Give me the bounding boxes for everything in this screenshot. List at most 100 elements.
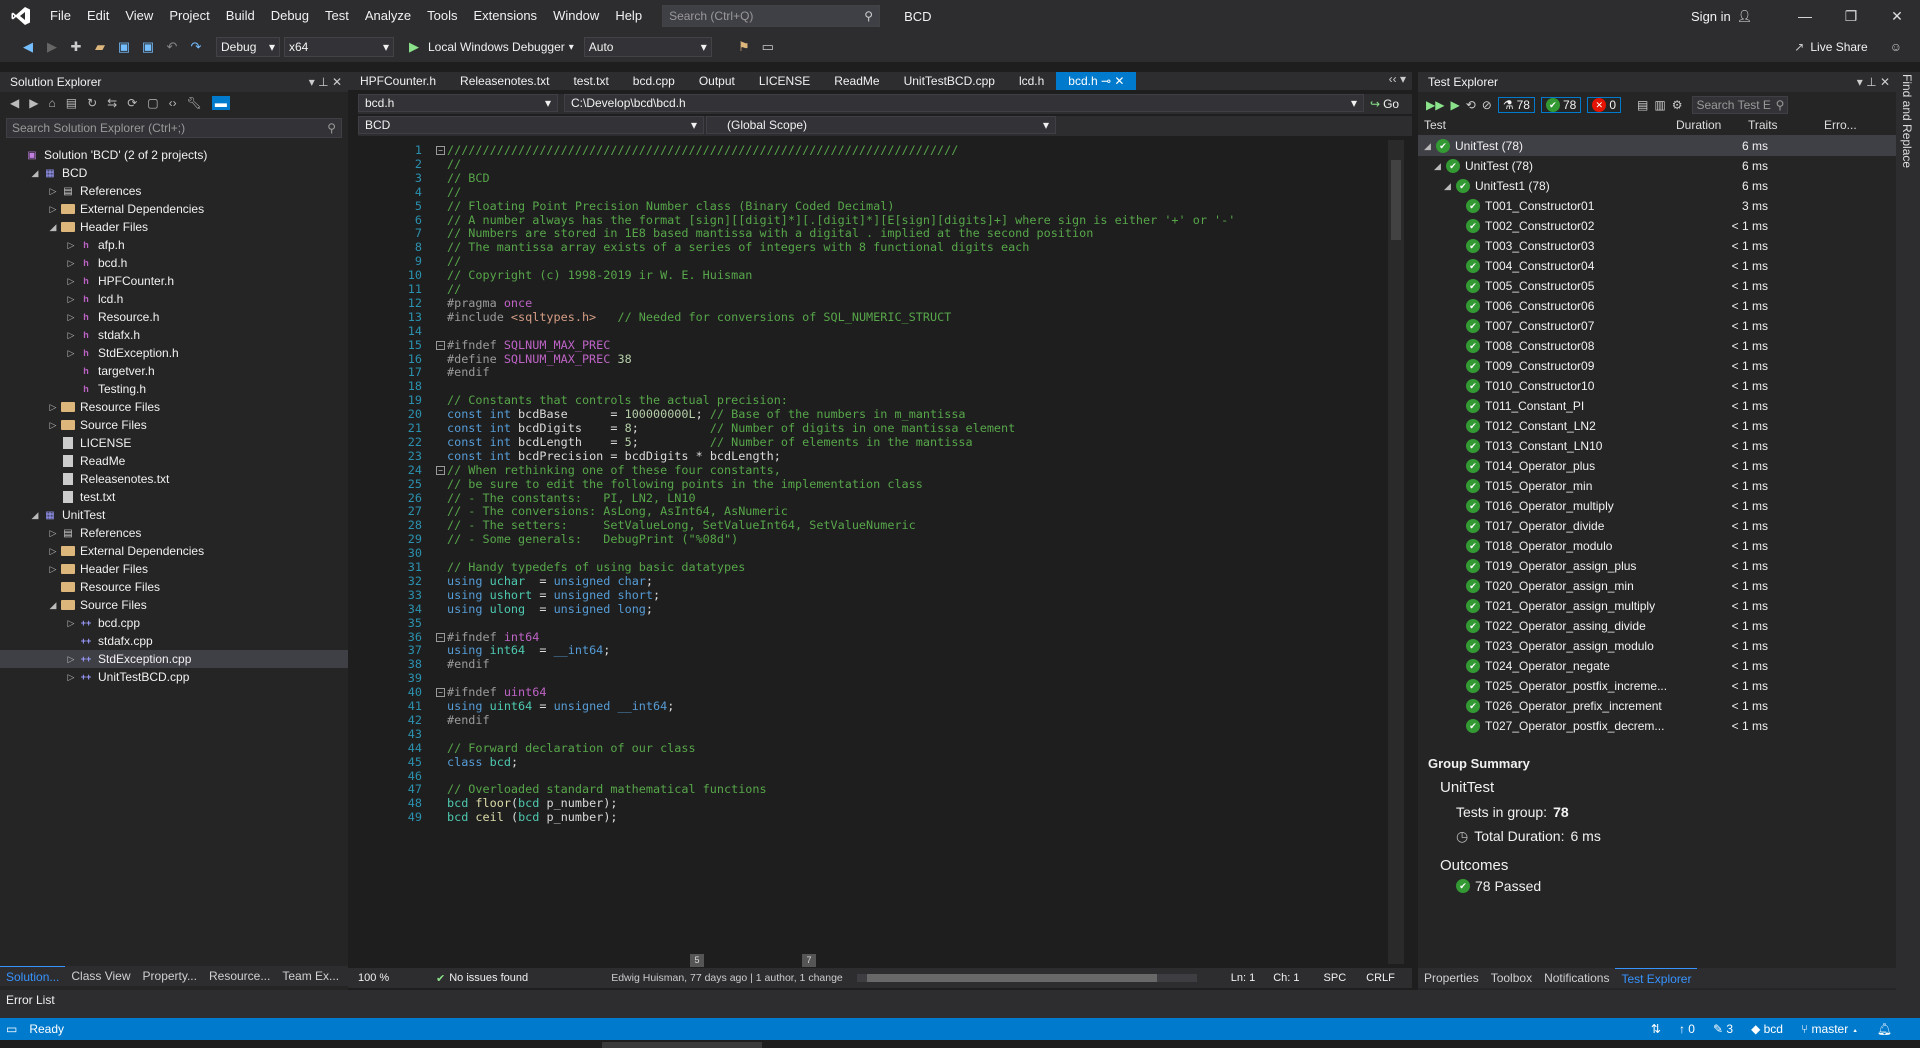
pull-request-icon[interactable]: ⇅	[1651, 1022, 1661, 1036]
line-ending-indicator[interactable]: CRLF	[1366, 972, 1395, 984]
editor-scrollbar[interactable]	[1388, 140, 1404, 964]
code-line[interactable]: // - Some generals: DebugPrint ("%08d")	[447, 531, 738, 548]
passed-tests-filter[interactable]: ✔ 78	[1540, 97, 1582, 113]
line-indicator[interactable]: Ln: 1	[1231, 972, 1255, 984]
code-editor[interactable]: 1///////////////////////////////////////…	[372, 140, 1388, 964]
tree-item[interactable]: ▷ h lcd.h	[0, 290, 348, 308]
expand-toggle-icon[interactable]: ◢	[46, 222, 60, 233]
expand-toggle-icon[interactable]: ◢	[1444, 181, 1456, 192]
expand-toggle-icon[interactable]: ◢	[28, 168, 42, 179]
test-row[interactable]: ✔ T019_Operator_assign_plus < 1 ms	[1418, 556, 1896, 576]
expand-toggle-icon[interactable]: ▷	[46, 564, 60, 575]
test-row[interactable]: ✔ T007_Constructor07 < 1 ms	[1418, 316, 1896, 336]
zoom-select[interactable]: 100 %	[358, 972, 428, 984]
code-line[interactable]: ////////////////////////////////////////…	[447, 142, 958, 159]
expand-toggle-icon[interactable]: ◢	[1434, 161, 1446, 172]
menu-build[interactable]: Build	[218, 0, 263, 32]
code-line[interactable]: bcd ceil (bcd p_number);	[447, 809, 618, 826]
test-search-input[interactable]: Search Test E ⚲	[1692, 96, 1789, 114]
redo-icon[interactable]: ↷	[186, 37, 206, 57]
expand-toggle-icon[interactable]: ◢	[46, 600, 60, 611]
test-row[interactable]: ◢ ✔ UnitTest (78) 6 ms	[1418, 156, 1896, 176]
home-icon[interactable]: ⌂	[48, 96, 55, 110]
save-icon[interactable]: ▣	[114, 37, 134, 57]
test-row[interactable]: ◢ ✔ UnitTest (78) 6 ms	[1418, 136, 1896, 156]
expand-toggle-icon[interactable]: ▷	[64, 654, 78, 665]
document-tab[interactable]: LICENSE	[747, 72, 822, 90]
bottom-tab[interactable]: Properties	[1418, 968, 1485, 988]
file-select[interactable]: bcd.h ▾	[358, 94, 558, 112]
code-line[interactable]: class bcd;	[447, 754, 518, 771]
tree-item[interactable]: h targetver.h	[0, 362, 348, 380]
passed-outcome[interactable]: ✔ 78 Passed	[1456, 878, 1886, 894]
configuration-select[interactable]: Debug ▾	[216, 37, 280, 57]
test-row[interactable]: ✔ T001_Constructor01 3 ms	[1418, 196, 1896, 216]
forward-icon[interactable]: ▶	[29, 96, 38, 110]
code-line[interactable]: using ulong = unsigned long;	[447, 601, 653, 618]
find-and-replace-tab[interactable]: Find and Replace	[1900, 74, 1914, 168]
tree-item[interactable]: ◢ ▦ UnitTest	[0, 506, 348, 524]
tree-item[interactable]: ◢ ▦ BCD	[0, 164, 348, 182]
test-row[interactable]: ✔ T003_Constructor03 < 1 ms	[1418, 236, 1896, 256]
menu-view[interactable]: View	[117, 0, 161, 32]
expand-toggle-icon[interactable]: ◢	[28, 510, 42, 521]
bottom-tab[interactable]: Test Explorer	[1615, 968, 1698, 988]
forward-icon[interactable]: ▶	[42, 37, 62, 57]
test-row[interactable]: ✔ T017_Operator_divide < 1 ms	[1418, 516, 1896, 536]
document-tab[interactable]: test.txt	[561, 72, 620, 90]
tree-item[interactable]: ▷ ▤ References	[0, 524, 348, 542]
solution-search-input[interactable]: Search Solution Explorer (Ctrl+;) ⚲	[6, 118, 342, 138]
test-row[interactable]: ✔ T005_Constructor05 < 1 ms	[1418, 276, 1896, 296]
fold-toggle-icon[interactable]: −	[436, 340, 445, 350]
tree-item[interactable]: Releasenotes.txt	[0, 470, 348, 488]
error-list-tab[interactable]: Error List	[0, 990, 1920, 1018]
tree-item[interactable]: h Testing.h	[0, 380, 348, 398]
tree-item[interactable]: ++ stdafx.cpp	[0, 632, 348, 650]
bottom-tab[interactable]: Property...	[137, 966, 203, 986]
test-row[interactable]: ◢ ✔ UnitTest1 (78) 6 ms	[1418, 176, 1896, 196]
tree-item[interactable]: ▷ ++ StdException.cpp	[0, 650, 348, 668]
tree-item[interactable]: ▷ Source Files	[0, 416, 348, 434]
column-error[interactable]: Erro...	[1824, 118, 1857, 132]
live-share-button[interactable]: Live Share	[1810, 40, 1867, 54]
test-row[interactable]: ✔ T011_Constant_PI < 1 ms	[1418, 396, 1896, 416]
expand-toggle-icon[interactable]: ▷	[46, 402, 60, 413]
document-tab[interactable]: HPFCounter.h	[348, 72, 448, 90]
back-icon[interactable]: ◀	[10, 96, 19, 110]
fold-toggle-icon[interactable]: −	[436, 632, 445, 642]
total-tests-filter[interactable]: ⚗ 78	[1497, 97, 1535, 113]
test-row[interactable]: ✔ T016_Operator_multiply < 1 ms	[1418, 496, 1896, 516]
test-row[interactable]: ✔ T010_Constructor10 < 1 ms	[1418, 376, 1896, 396]
test-row[interactable]: ✔ T004_Constructor04 < 1 ms	[1418, 256, 1896, 276]
column-duration[interactable]: Duration	[1676, 118, 1721, 132]
test-row[interactable]: ✔ T015_Operator_min < 1 ms	[1418, 476, 1896, 496]
tree-item[interactable]: ▷ Resource Files	[0, 398, 348, 416]
tree-item[interactable]: ▷ ▤ References	[0, 182, 348, 200]
run-all-icon[interactable]: ▶▶	[1426, 98, 1444, 112]
pending-changes[interactable]: ✎ 3	[1713, 1022, 1733, 1036]
repeat-icon[interactable]: ⟲	[1466, 98, 1476, 112]
save-all-icon[interactable]: ▣	[138, 37, 158, 57]
expand-toggle-icon[interactable]: ▷	[64, 672, 78, 683]
code-line[interactable]: #endif	[447, 364, 490, 381]
sync-icon[interactable]: ⇆	[107, 96, 117, 110]
test-row[interactable]: ✔ T013_Constant_LN10 < 1 ms	[1418, 436, 1896, 456]
panel-controls[interactable]: ▾ ⊥ ✕	[1857, 72, 1890, 92]
test-row[interactable]: ✔ T027_Operator_postfix_decrem... < 1 ms	[1418, 716, 1896, 736]
repository[interactable]: ◆ bcd	[1751, 1022, 1783, 1036]
code-line[interactable]: #endif	[447, 712, 490, 729]
undo-icon[interactable]: ↶	[162, 37, 182, 57]
code-line[interactable]: // The mantissa array exists of a series…	[447, 239, 1029, 256]
fold-toggle-icon[interactable]: −	[436, 688, 445, 698]
cancel-icon[interactable]: ⊘	[1482, 98, 1492, 112]
code-line[interactable]: #endif	[447, 656, 490, 673]
tree-item[interactable]: ▷ h StdException.h	[0, 344, 348, 362]
bottom-tab[interactable]: Notifications	[1538, 968, 1615, 988]
settings-icon[interactable]: ⚙	[1672, 98, 1683, 112]
blame-info[interactable]: Edwig Huisman, 77 days ago | 1 author, 1…	[611, 972, 843, 984]
open-icon[interactable]: ▰	[90, 37, 110, 57]
panel-controls[interactable]: ▾ ⊥ ✕	[309, 72, 342, 92]
tree-item[interactable]: Resource Files	[0, 578, 348, 596]
code-line[interactable]: #include <sqltypes.h> // Needed for conv…	[447, 309, 951, 326]
column-indicator[interactable]: Ch: 1	[1273, 972, 1299, 984]
